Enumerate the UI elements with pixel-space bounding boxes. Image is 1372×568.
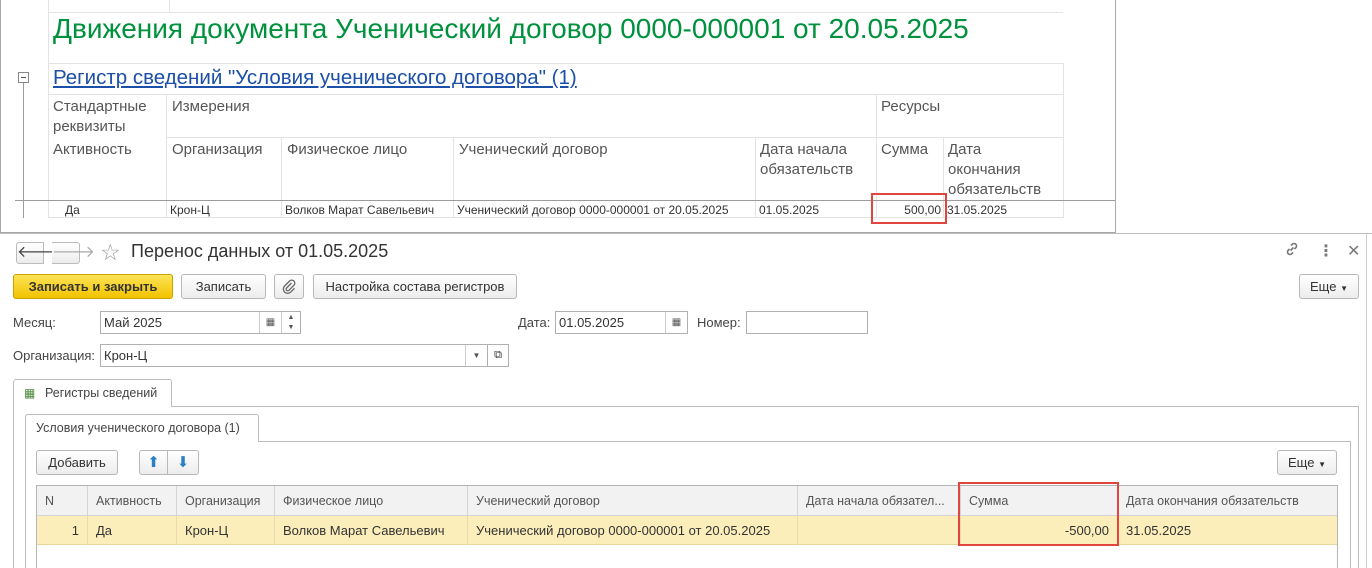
report-cell-start-date: 01.05.2025	[759, 203, 820, 217]
number-label: Номер:	[697, 315, 741, 330]
data-transfer-form: 🡐 🡒 ☆ Перенос данных от 01.05.2025 ⋮ ✕ З…	[0, 233, 1372, 568]
arrow-up-icon: ⬆	[147, 454, 160, 471]
amount-highlight-box	[958, 482, 1119, 546]
col-header-start-date: Дата начала	[760, 141, 847, 158]
grid-cell-organization[interactable]: Крон-Ц	[177, 516, 275, 545]
save-and-close-button[interactable]: Записать и закрыть	[13, 274, 173, 299]
col-header-activity: Активность	[53, 141, 132, 158]
back-button[interactable]: 🡐	[16, 242, 60, 264]
page: Движения документа Ученический договор 0…	[0, 0, 1372, 568]
move-up-button[interactable]: ⬆	[139, 450, 168, 475]
save-button[interactable]: Записать	[181, 274, 266, 299]
organization-label: Организация:	[13, 348, 96, 363]
group-header-resources: Ресурсы	[881, 98, 941, 115]
grid-header-start-date[interactable]: Дата начала обязател...	[798, 486, 961, 516]
col-header-person: Физическое лицо	[287, 141, 408, 158]
form-title: Перенос данных от 01.05.2025	[131, 241, 389, 261]
amount-highlight-box	[871, 193, 947, 224]
more-vertical-icon[interactable]: ⋮	[1318, 241, 1334, 261]
move-down-button[interactable]: ⬇	[168, 450, 199, 475]
month-field[interactable]: Май 2025 ▦ ▲ ▼	[100, 311, 301, 334]
add-button[interactable]: Добавить	[36, 450, 118, 475]
col-header-start-date-2: обязательств	[760, 161, 854, 178]
date-label: Дата:	[518, 315, 551, 330]
grid-more-button[interactable]: Еще ▼	[1277, 450, 1337, 475]
report-title: Движения документа Ученический договор 0…	[53, 13, 969, 44]
open-organization-button[interactable]: ⧉	[488, 344, 509, 367]
date-value: 01.05.2025	[559, 315, 625, 330]
tab-contract-conditions-label: Условия ученического договора (1)	[36, 421, 240, 435]
tab-info-registers[interactable]: ▦ Регистры сведений	[13, 379, 172, 407]
chevron-down-icon: ▼	[1340, 284, 1348, 293]
month-spinner[interactable]: ▲ ▼	[281, 312, 300, 333]
table-row[interactable]: 1 Да Крон-Ц Волков Марат Савельевич Учен…	[37, 516, 1337, 545]
open-icon: ⧉	[494, 349, 502, 361]
grid-header-organization[interactable]: Организация	[177, 486, 275, 516]
grid-cell-activity[interactable]: Да	[88, 516, 177, 545]
more-button[interactable]: Еще ▼	[1299, 274, 1359, 299]
dropdown-arrow-icon[interactable]: ▼	[465, 345, 487, 366]
date-field[interactable]: 01.05.2025 ▦	[555, 311, 688, 334]
register-settings-button[interactable]: Настройка состава регистров	[313, 274, 517, 299]
group-header-dimensions: Измерения	[172, 98, 250, 115]
chevron-down-icon: ▼	[1318, 460, 1326, 469]
col-header-end-date: Дата	[948, 141, 982, 158]
grid-header-end-date[interactable]: Дата окончания обязательств	[1118, 486, 1337, 516]
grid-cell-contract[interactable]: Ученический договор 0000-000001 от 20.05…	[468, 516, 798, 545]
group-header-standard-2: реквизиты	[53, 118, 126, 135]
more-button-label: Еще	[1310, 279, 1337, 294]
register-link[interactable]: Регистр сведений "Условия ученического д…	[53, 66, 577, 90]
col-header-organization: Организация	[172, 141, 263, 158]
calendar-icon[interactable]: ▦	[259, 312, 281, 333]
month-label: Месяц:	[13, 315, 56, 330]
calendar-icon[interactable]: ▦	[665, 312, 687, 333]
grid-cell-person[interactable]: Волков Марат Савельевич	[275, 516, 468, 545]
forward-button[interactable]: 🡒	[52, 242, 95, 264]
link-icon[interactable]	[1284, 241, 1300, 262]
grid-cell-start-date[interactable]	[798, 516, 961, 545]
arrow-right-icon: 🡒	[52, 244, 95, 261]
arrow-down-icon: ⬇	[176, 454, 190, 471]
table-icon: ▦	[24, 386, 36, 400]
tab-info-registers-label: Регистры сведений	[45, 386, 158, 400]
attach-button[interactable]	[274, 274, 304, 299]
report-cell-end-date: 31.05.2025	[947, 203, 1008, 217]
conditions-grid[interactable]: N Активность Организация Физическое лицо…	[36, 485, 1338, 568]
number-field[interactable]	[746, 311, 868, 334]
grid-cell-end-date[interactable]: 31.05.2025	[1118, 516, 1337, 545]
group-header-standard: Стандартные	[53, 98, 147, 115]
col-header-end-date-3: обязательств	[948, 181, 1042, 198]
grid-header-n[interactable]: N	[37, 486, 88, 516]
collapse-icon[interactable]	[18, 72, 29, 83]
col-header-contract: Ученический договор	[459, 141, 608, 158]
star-icon[interactable]: ☆	[100, 239, 121, 266]
col-header-amount: Сумма	[881, 141, 929, 158]
report-cell-contract: Ученический договор 0000-000001 от 20.05…	[457, 203, 729, 217]
report-cell-activity: Да	[65, 203, 80, 217]
organization-value: Крон-Ц	[104, 348, 148, 363]
organization-field[interactable]: Крон-Ц ▼	[100, 344, 488, 367]
report-cell-organization: Крон-Ц	[170, 203, 210, 217]
col-header-end-date-2: окончания	[948, 161, 1021, 178]
document-movements-report: Движения документа Ученический договор 0…	[0, 0, 1116, 233]
grid-header-contract[interactable]: Ученический договор	[468, 486, 798, 516]
close-icon[interactable]: ✕	[1347, 241, 1360, 261]
tab-contract-conditions[interactable]: Условия ученического договора (1)	[25, 414, 259, 442]
grid-more-label: Еще	[1288, 455, 1315, 470]
month-value: Май 2025	[104, 315, 162, 330]
grid-header-person[interactable]: Физическое лицо	[275, 486, 468, 516]
paperclip-icon	[282, 279, 296, 295]
grid-header-activity[interactable]: Активность	[88, 486, 177, 516]
grid-cell-n[interactable]: 1	[37, 516, 88, 545]
report-cell-person: Волков Марат Савельевич	[285, 203, 435, 217]
